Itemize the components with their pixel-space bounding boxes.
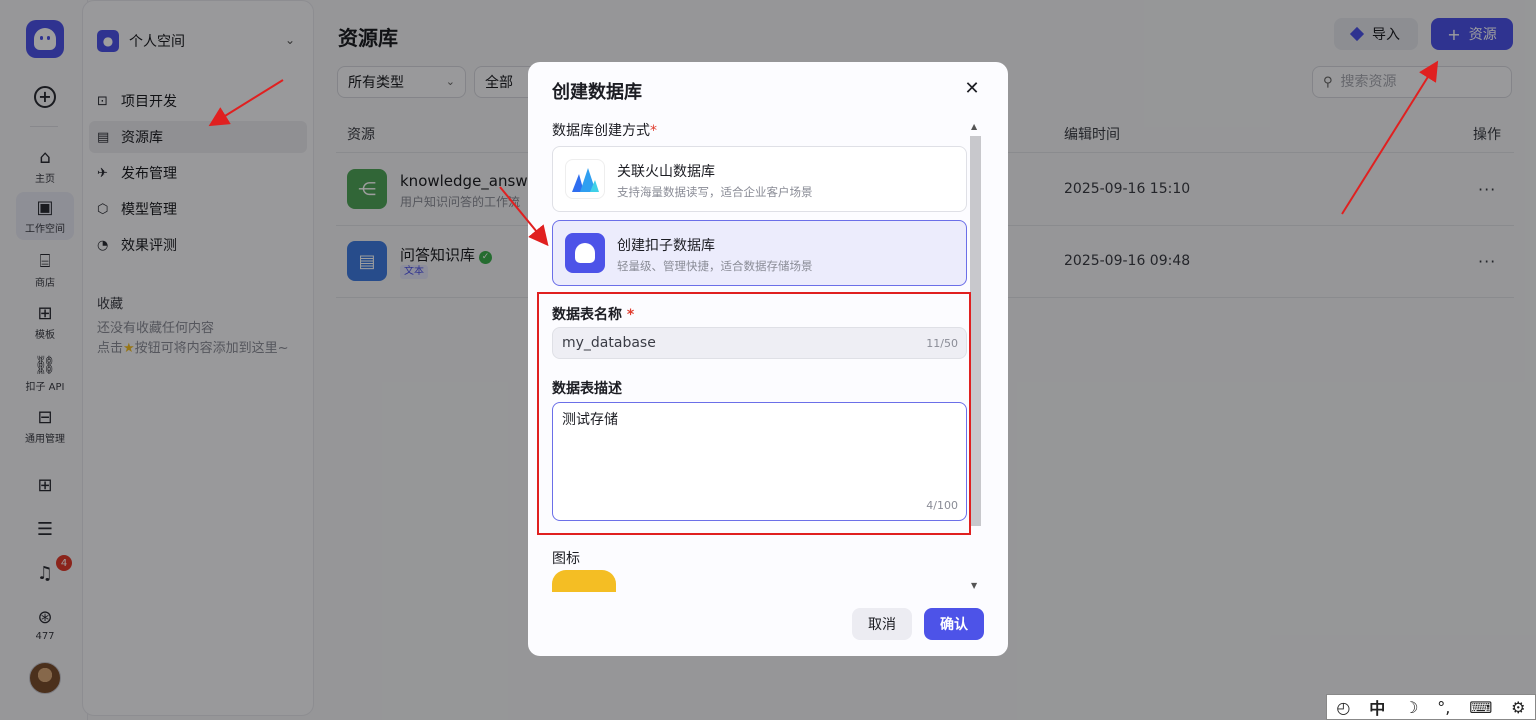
arrow-to-add-resource <box>1341 60 1439 215</box>
arrow-to-coze-option <box>499 186 549 247</box>
ime-logo-icon[interactable]: ◴ <box>1336 698 1350 717</box>
annotation-arrows <box>208 60 1439 247</box>
ime-toolbar: ◴ 中 ☽ °, ⌨ ⚙ <box>1326 694 1536 720</box>
arrow-to-library <box>208 79 284 127</box>
moon-icon[interactable]: ☽ <box>1404 698 1418 717</box>
gear-icon[interactable]: ⚙ <box>1511 698 1525 717</box>
keyboard-icon[interactable]: ⌨ <box>1469 698 1492 717</box>
ime-mode-label[interactable]: 中 <box>1369 695 1385 719</box>
punctuation-icon[interactable]: °, <box>1437 698 1450 717</box>
